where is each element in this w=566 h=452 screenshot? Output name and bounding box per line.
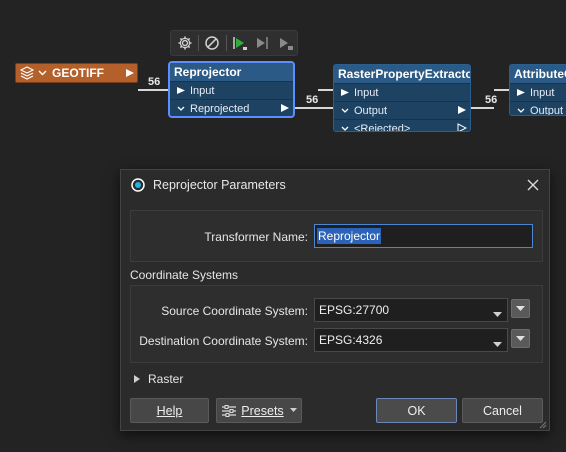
destination-coordinate-value: EPSG:4326: [319, 333, 383, 347]
chevron-down-icon: [514, 108, 528, 114]
chevron-right-icon: [134, 372, 140, 386]
geotiff-reader[interactable]: GEOTIFF: [15, 63, 138, 83]
input-port[interactable]: Input: [334, 83, 470, 101]
toolbar-separator: [198, 35, 199, 51]
dialog-title: Reprojector Parameters: [153, 178, 286, 192]
port-label: Reprojected: [190, 102, 250, 115]
source-coordinate-menu-button[interactable]: [511, 299, 530, 318]
coordinate-systems-heading: Coordinate Systems: [130, 268, 239, 282]
destination-coordinate-select[interactable]: EPSG:4326: [314, 328, 508, 352]
reprojector-node[interactable]: Reprojector Input Reprojected: [168, 61, 295, 118]
chevron-down-icon[interactable]: [38, 70, 50, 76]
connection-line[interactable]: [494, 89, 510, 91]
raster-section-toggle[interactable]: Raster: [134, 372, 183, 386]
raster-property-extractor-node[interactable]: RasterPropertyExtractor Input Output <Re…: [333, 64, 471, 132]
presets-button[interactable]: Presets: [216, 398, 302, 423]
chevron-down-icon: [289, 408, 297, 413]
output-port[interactable]: Output: [510, 101, 566, 116]
chevron-down-icon: [338, 108, 352, 114]
dialog-titlebar[interactable]: Reprojector Parameters: [121, 170, 549, 200]
help-button[interactable]: Help: [130, 398, 209, 423]
input-arrow-icon: [174, 86, 188, 95]
reader-name: GEOTIFF: [52, 66, 104, 80]
connection-line[interactable]: [318, 89, 334, 91]
transformer-name-label: Transformer Name:: [204, 230, 308, 244]
node-toolbar: [170, 30, 298, 56]
output-port-icon[interactable]: [280, 103, 290, 116]
rejected-port[interactable]: <Rejected>: [334, 119, 470, 132]
connection-line[interactable]: [295, 107, 333, 109]
toolbar-separator: [225, 35, 227, 51]
chevron-down-icon: [516, 335, 525, 341]
layers-icon: [16, 66, 38, 80]
port-label: Input: [354, 86, 379, 99]
destination-coordinate-menu-button[interactable]: [511, 329, 530, 348]
source-coordinate-select[interactable]: EPSG:27700: [314, 298, 508, 322]
ok-button[interactable]: OK: [376, 398, 457, 423]
fme-logo-icon: [131, 178, 145, 192]
output-port[interactable]: Reprojected: [170, 99, 293, 116]
chevron-down-icon: [174, 106, 188, 112]
output-port-icon[interactable]: [457, 105, 467, 118]
port-label: Input: [190, 84, 215, 97]
gear-icon[interactable]: [174, 32, 195, 54]
presets-button-label: Presets: [241, 403, 284, 418]
resize-grip-icon[interactable]: [537, 418, 547, 429]
run-to-icon[interactable]: [230, 32, 251, 54]
feature-count: 56: [148, 76, 161, 88]
sliders-icon: [221, 404, 237, 417]
chevron-down-icon: [516, 305, 525, 311]
reprojector-parameters-dialog: Reprojector Parameters Transformer Name:…: [120, 169, 550, 431]
chevron-down-icon: [338, 126, 352, 132]
input-arrow-icon: [514, 88, 528, 97]
output-port-icon[interactable]: [123, 68, 137, 78]
output-port-icon[interactable]: [457, 123, 468, 131]
raster-section-label: Raster: [148, 372, 184, 386]
chevron-down-icon: [493, 337, 502, 351]
node-title: RasterPropertyExtractor: [334, 65, 470, 83]
run-selected-icon[interactable]: [276, 32, 297, 54]
port-label: Output: [530, 104, 564, 116]
input-arrow-icon: [338, 88, 352, 97]
attribute-creator-node[interactable]: AttributeCr Input Output: [509, 64, 566, 116]
cancel-button[interactable]: Cancel: [462, 398, 543, 423]
output-port[interactable]: Output: [334, 101, 470, 119]
connection-line[interactable]: [471, 107, 494, 109]
port-label: <Rejected>: [354, 122, 411, 132]
help-button-label: Help: [156, 403, 183, 418]
source-coordinate-value: EPSG:27700: [319, 303, 390, 317]
destination-coordinate-label: Destination Coordinate System:: [139, 334, 308, 348]
node-title: AttributeCr: [510, 65, 566, 83]
transformer-name-value: Reprojector: [317, 228, 382, 244]
disable-icon[interactable]: [202, 32, 223, 54]
transformer-name-input[interactable]: Reprojector: [314, 224, 533, 248]
node-title: Reprojector: [170, 63, 293, 81]
input-port[interactable]: Input: [170, 81, 293, 99]
chevron-down-icon: [493, 307, 502, 321]
feature-count: 56: [306, 94, 319, 106]
port-label: Input: [530, 86, 555, 99]
run-from-icon[interactable]: [253, 32, 274, 54]
connection-line[interactable]: [138, 89, 168, 91]
input-port[interactable]: Input: [510, 83, 566, 101]
feature-count: 56: [485, 94, 498, 106]
source-coordinate-label: Source Coordinate System:: [161, 304, 308, 318]
port-label: Output: [354, 104, 388, 117]
close-icon[interactable]: [525, 177, 541, 193]
